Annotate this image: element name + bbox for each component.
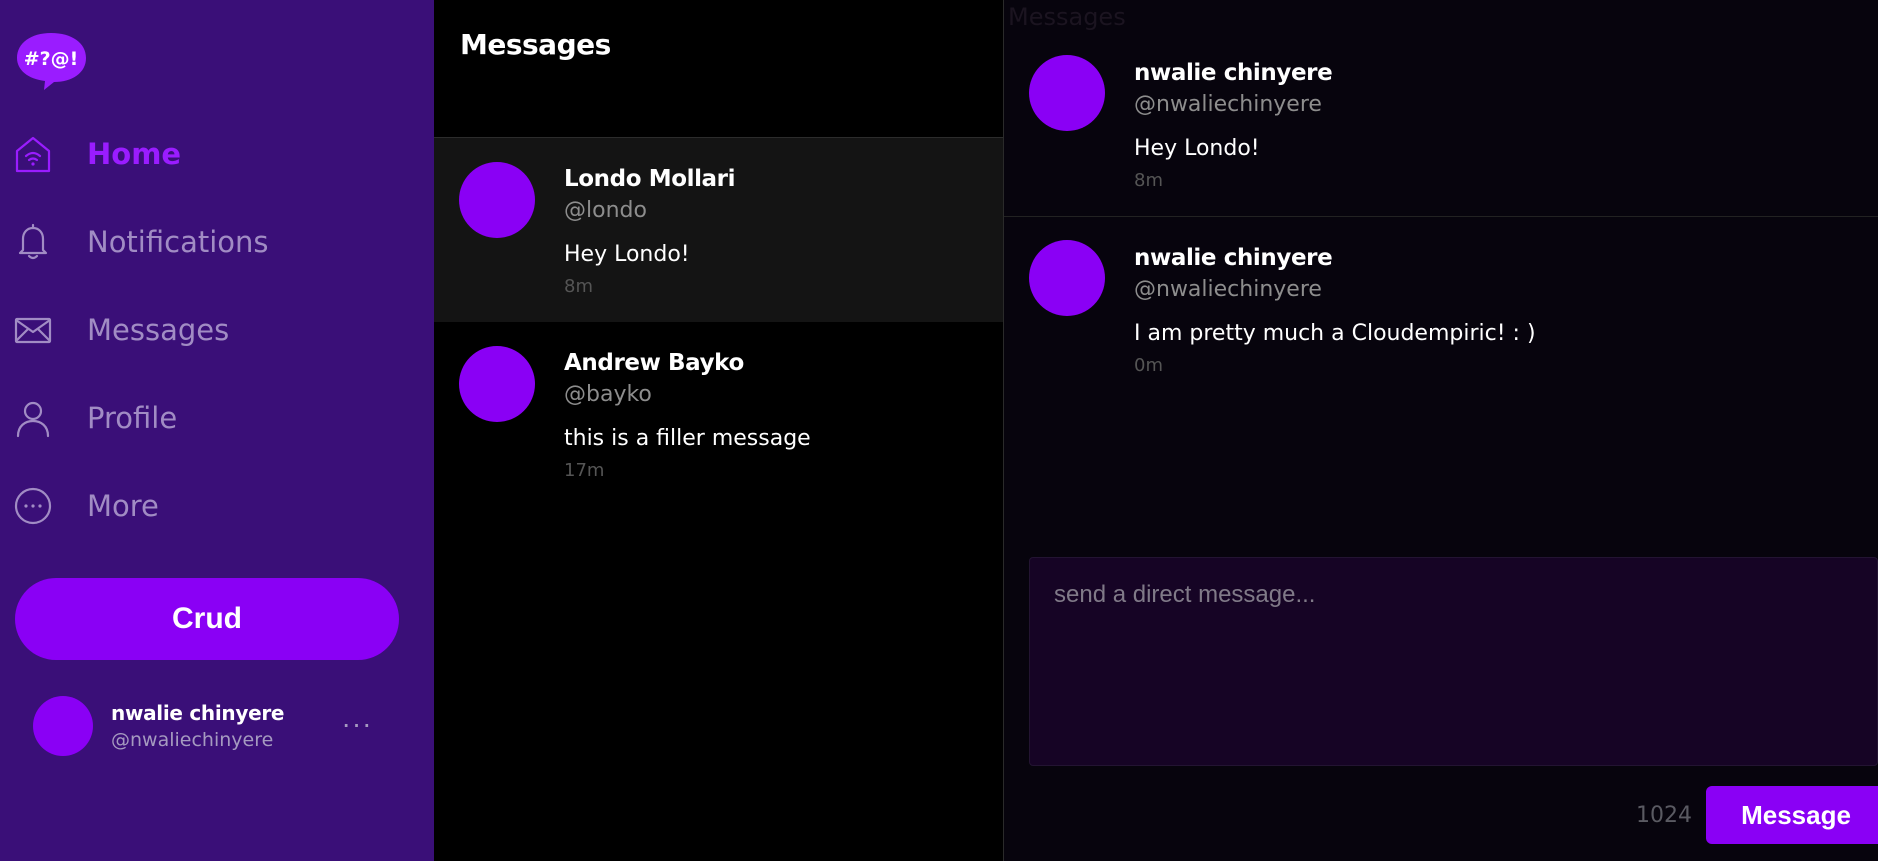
conversation-preview: Hey Londo! (564, 242, 690, 267)
sidebar-item-label: Profile (87, 401, 178, 435)
envelope-icon (14, 308, 52, 352)
user-icon (14, 396, 52, 440)
sidebar-item-profile[interactable]: Profile (14, 388, 394, 448)
sidebar-item-label: Notifications (87, 225, 269, 259)
speech-bubble-logo-icon: #?@! (17, 33, 86, 90)
conversation-list-panel: Messages Londo Mollari @londo Hey Londo!… (434, 0, 1004, 861)
sidebar-item-home[interactable]: Home (14, 124, 394, 184)
message-author-name: nwalie chinyere (1134, 60, 1333, 86)
more-circle-icon (14, 484, 52, 528)
avatar (1029, 240, 1105, 316)
conversation-item[interactable]: Andrew Bayko @bayko this is a filler mes… (434, 322, 1003, 506)
avatar (33, 696, 93, 756)
send-message-button[interactable]: Message (1706, 786, 1878, 844)
chat-panel: Messages nwalie chinyere @nwaliechinyere… (1004, 0, 1878, 861)
page-title: Messages (460, 28, 611, 61)
character-count: 1024 (1636, 803, 1692, 828)
sidebar-item-more[interactable]: More (14, 476, 394, 536)
conversation-time: 8m (564, 276, 593, 297)
conversation-handle: @bayko (564, 382, 652, 407)
sidebar-item-label: Messages (87, 313, 230, 347)
conversation-name: Andrew Bayko (564, 350, 744, 376)
avatar (459, 346, 535, 422)
conversation-handle: @londo (564, 198, 647, 223)
home-icon (14, 132, 52, 176)
conversation-item[interactable]: Londo Mollari @londo Hey Londo! 8m (434, 138, 1003, 322)
chat-message: nwalie chinyere @nwaliechinyere I am pre… (1004, 185, 1878, 376)
account-name: nwalie chinyere (111, 701, 285, 725)
bell-icon (14, 220, 52, 264)
sidebar: #?@! Home Notifications Messages Profile… (0, 0, 434, 861)
message-text: I am pretty much a Cloudempiric! : ) (1134, 321, 1536, 346)
direct-message-input[interactable] (1029, 557, 1878, 766)
message-time: 0m (1134, 355, 1163, 376)
conversation-name: Londo Mollari (564, 166, 736, 192)
sidebar-item-label: Home (87, 137, 182, 171)
message-author-handle: @nwaliechinyere (1134, 277, 1322, 302)
chat-message: nwalie chinyere @nwaliechinyere Hey Lond… (1004, 0, 1878, 217)
sidebar-item-label: More (87, 489, 159, 523)
sidebar-item-notifications[interactable]: Notifications (14, 212, 394, 272)
message-author-handle: @nwaliechinyere (1134, 92, 1322, 117)
account-switcher[interactable]: nwalie chinyere @nwaliechinyere ··· (33, 695, 393, 757)
sidebar-item-messages[interactable]: Messages (14, 300, 394, 360)
logo-text: #?@! (24, 48, 79, 70)
conversation-time: 17m (564, 460, 605, 481)
message-author-name: nwalie chinyere (1134, 245, 1333, 271)
account-handle: @nwaliechinyere (111, 729, 274, 751)
conversation-preview: this is a filler message (564, 426, 811, 451)
more-dots-icon[interactable]: ··· (337, 709, 377, 739)
app-logo[interactable]: #?@! (14, 30, 88, 90)
avatar (459, 162, 535, 238)
avatar (1029, 55, 1105, 131)
message-text: Hey Londo! (1134, 136, 1260, 161)
crud-button[interactable]: Crud (15, 578, 399, 660)
